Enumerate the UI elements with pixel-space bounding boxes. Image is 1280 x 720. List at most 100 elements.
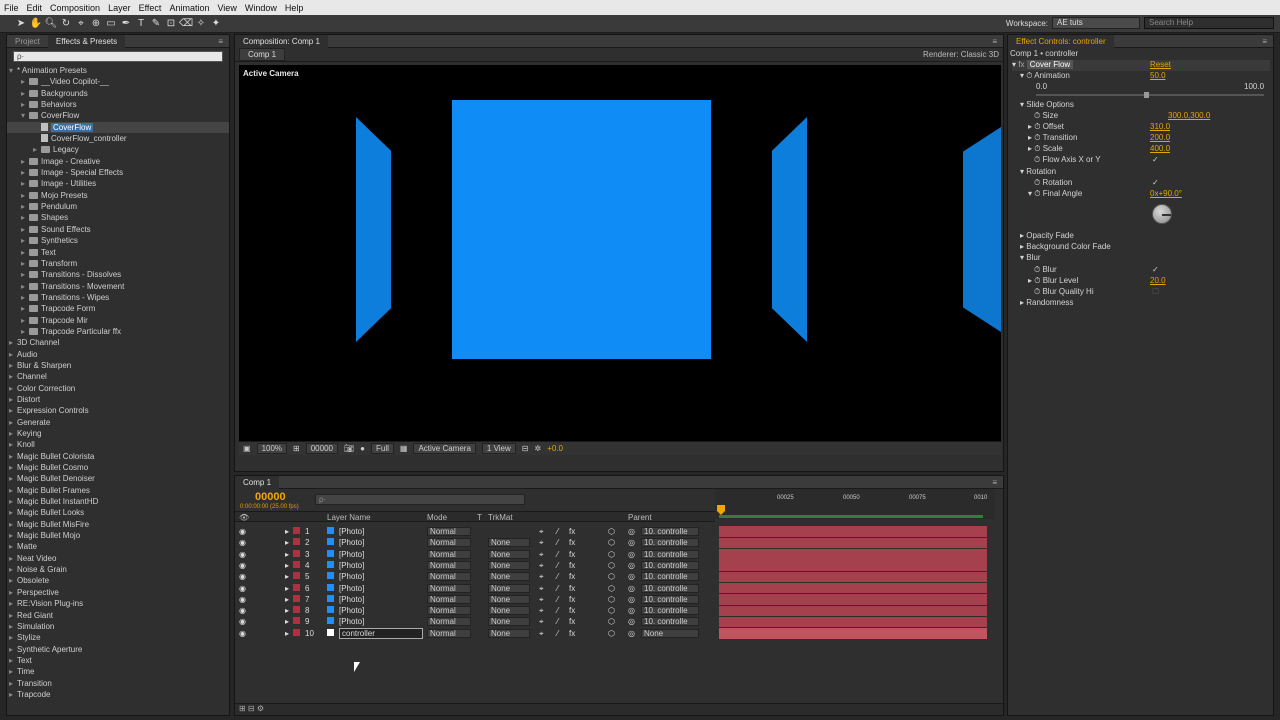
layer-name[interactable]: [Photo] [339, 527, 364, 536]
3d-layer-icon[interactable]: ⬡ [608, 606, 615, 615]
layer-name[interactable]: [Photo] [339, 572, 364, 581]
tree-item[interactable]: ▸ Time [7, 666, 229, 677]
3d-layer-icon[interactable]: ⬡ [608, 584, 615, 593]
layer-duration-bar[interactable] [719, 616, 987, 628]
pan-behind-tool-icon[interactable]: ⊕ [89, 17, 103, 31]
menu-view[interactable]: View [217, 3, 236, 13]
workspace-select[interactable]: AE tuts [1052, 17, 1140, 29]
comp-sub-tab[interactable]: Comp 1 [239, 48, 286, 61]
tree-item[interactable]: ▸ Synthetic Aperture [7, 644, 229, 655]
layer-name[interactable]: [Photo] [339, 595, 364, 604]
exposure-value[interactable]: +0.0 [547, 444, 563, 453]
expand-arrow-right-icon[interactable]: ▸ [9, 462, 17, 473]
transition-value[interactable]: 200.0 [1150, 133, 1170, 142]
expand-arrow-right-icon[interactable]: ▸ [285, 595, 289, 604]
pickwhip-icon[interactable]: ◎ [628, 617, 635, 626]
layer-parent-select[interactable]: 10. controlle [641, 594, 699, 604]
tree-item[interactable]: ▸ Image - Special Effects [7, 167, 229, 178]
layer-name[interactable]: [Photo] [339, 538, 364, 547]
tree-item[interactable]: ▸ Transform [7, 258, 229, 269]
fx-switch-icon[interactable]: fx [569, 606, 575, 615]
layer-parent-select[interactable]: 10. controlle [641, 617, 699, 627]
tree-item[interactable]: ▸ RE:Vision Plug-ins [7, 598, 229, 609]
layer-trkmat-select[interactable]: None [488, 560, 530, 570]
tree-item[interactable]: ▸ Trapcode Form [7, 303, 229, 314]
panel-menu-icon[interactable]: ≡ [218, 37, 223, 46]
layer-row[interactable]: ◉ ▸ 9 [Photo] Normal None ⌖ ⁄ fx ⬡ ◎ 10. controlle [235, 616, 715, 627]
layer-mode-select[interactable]: Normal [427, 628, 471, 638]
menu-animation[interactable]: Animation [169, 3, 209, 13]
expand-arrow-right-icon[interactable]: ▸ [9, 632, 17, 643]
label-color-swatch[interactable] [293, 560, 300, 568]
animation-slider[interactable] [1036, 92, 1264, 98]
layer-parent-select[interactable]: 10. controlle [641, 527, 699, 536]
label-color-swatch[interactable] [293, 628, 300, 636]
expand-arrow-right-icon[interactable]: ▸ [9, 496, 17, 507]
tree-item[interactable]: ▸ Pendulum [7, 201, 229, 212]
tree-item[interactable]: ▸ Keying [7, 428, 229, 439]
expand-arrow-right-icon[interactable]: ▸ [9, 417, 17, 428]
expand-arrow-right-icon[interactable]: ▸ [21, 156, 29, 167]
layer-mode-select[interactable]: Normal [427, 617, 471, 627]
eraser-tool-icon[interactable]: ⌫ [179, 17, 193, 31]
layer-row[interactable]: ◉ ▸ 4 [Photo] Normal None ⌖ ⁄ fx ⬡ ◎ 10. controlle [235, 560, 715, 571]
camera-select[interactable]: Active Camera [413, 443, 476, 454]
tree-item[interactable]: ▸ Channel [7, 371, 229, 382]
collapse-arrow-icon[interactable]: ▾ [1012, 60, 1016, 69]
expand-arrow-right-icon[interactable]: ▸ [9, 621, 17, 632]
rotation-checkbox[interactable]: ✓ [1152, 178, 1159, 187]
3d-layer-icon[interactable]: ⬡ [608, 595, 615, 604]
expand-arrow-right-icon[interactable]: ▸ [9, 564, 17, 575]
comp-panel-menu-icon[interactable]: ≡ [992, 37, 997, 46]
expand-arrow-right-icon[interactable]: ▸ [9, 644, 17, 655]
menu-help[interactable]: Help [285, 3, 304, 13]
quality-switch-icon[interactable]: ⁄ [557, 572, 558, 581]
selection-tool-icon[interactable]: ➤ [14, 17, 28, 31]
puppet-tool-icon[interactable]: ✦ [209, 17, 223, 31]
3d-layer-icon[interactable]: ⬡ [608, 527, 615, 536]
expand-arrow-right-icon[interactable]: ▸ [21, 190, 29, 201]
fx-switch-icon[interactable]: fx [569, 617, 575, 626]
pickwhip-icon[interactable]: ◎ [628, 550, 635, 559]
visibility-eye-icon[interactable]: ◉ [239, 584, 246, 593]
effect-controls-menu-icon[interactable]: ≡ [1262, 37, 1267, 46]
shy-switch-icon[interactable]: ⌖ [539, 538, 544, 548]
hand-tool-icon[interactable]: ✋ [29, 17, 43, 31]
expand-arrow-right-icon[interactable]: ▸ [285, 617, 289, 626]
layer-mode-select[interactable]: Normal [427, 594, 471, 604]
tree-item[interactable]: ▸ Behaviors [7, 99, 229, 110]
expand-arrow-right-icon[interactable]: ▸ [9, 371, 17, 382]
channel-icon[interactable]: ● [360, 444, 365, 453]
layer-parent-select[interactable]: 10. controlle [641, 606, 699, 616]
layer-trkmat-select[interactable]: None [488, 594, 530, 604]
expand-arrow-right-icon[interactable]: ▸ [285, 561, 289, 570]
expand-arrow-right-icon[interactable]: ▸ [9, 519, 17, 530]
expand-arrow-right-icon[interactable]: ▸ [285, 538, 289, 547]
final-angle-value[interactable]: 0x+90.0° [1150, 189, 1182, 198]
expand-arrow-right-icon[interactable]: ▸ [285, 629, 289, 638]
time-ruler[interactable]: 00025 00050 00075 0010 [715, 489, 995, 519]
expand-arrow-right-icon[interactable]: ▸ [21, 224, 29, 235]
layer-parent-select[interactable]: 10. controlle [641, 549, 699, 559]
blur-level-value[interactable]: 20.0 [1150, 276, 1166, 285]
tree-item[interactable]: ▸ Trapcode [7, 689, 229, 700]
layer-row[interactable]: ◉ ▸ 1 [Photo] Normal ⌖ ⁄ fx ⬡ ◎ 10. controlle [235, 526, 715, 537]
tab-project[interactable]: Project [7, 35, 48, 48]
label-color-swatch[interactable] [293, 572, 300, 580]
playhead[interactable] [717, 505, 725, 515]
tree-item[interactable]: ▸ __Video Copilot-__ [7, 76, 229, 87]
tree-item[interactable]: ▸ Legacy [7, 144, 229, 155]
zoom-tool-icon[interactable]: 🔍︎ [44, 17, 58, 31]
3d-layer-icon[interactable]: ⬡ [608, 572, 615, 581]
expand-arrow-right-icon[interactable]: ▸ [9, 349, 17, 360]
tree-item[interactable]: ▸ Text [7, 655, 229, 666]
menu-composition[interactable]: Composition [50, 3, 100, 13]
shy-switch-icon[interactable]: ⌖ [539, 527, 544, 537]
grid-icon[interactable]: ⊞ [293, 444, 300, 453]
menu-window[interactable]: Window [245, 3, 277, 13]
layer-name[interactable]: [Photo] [339, 606, 364, 615]
tree-item[interactable]: CoverFlow [7, 121, 229, 134]
shy-switch-icon[interactable]: ⌖ [539, 561, 544, 571]
expand-arrow-right-icon[interactable]: ▸ [21, 303, 29, 314]
layer-name[interactable]: [Photo] [339, 550, 364, 559]
